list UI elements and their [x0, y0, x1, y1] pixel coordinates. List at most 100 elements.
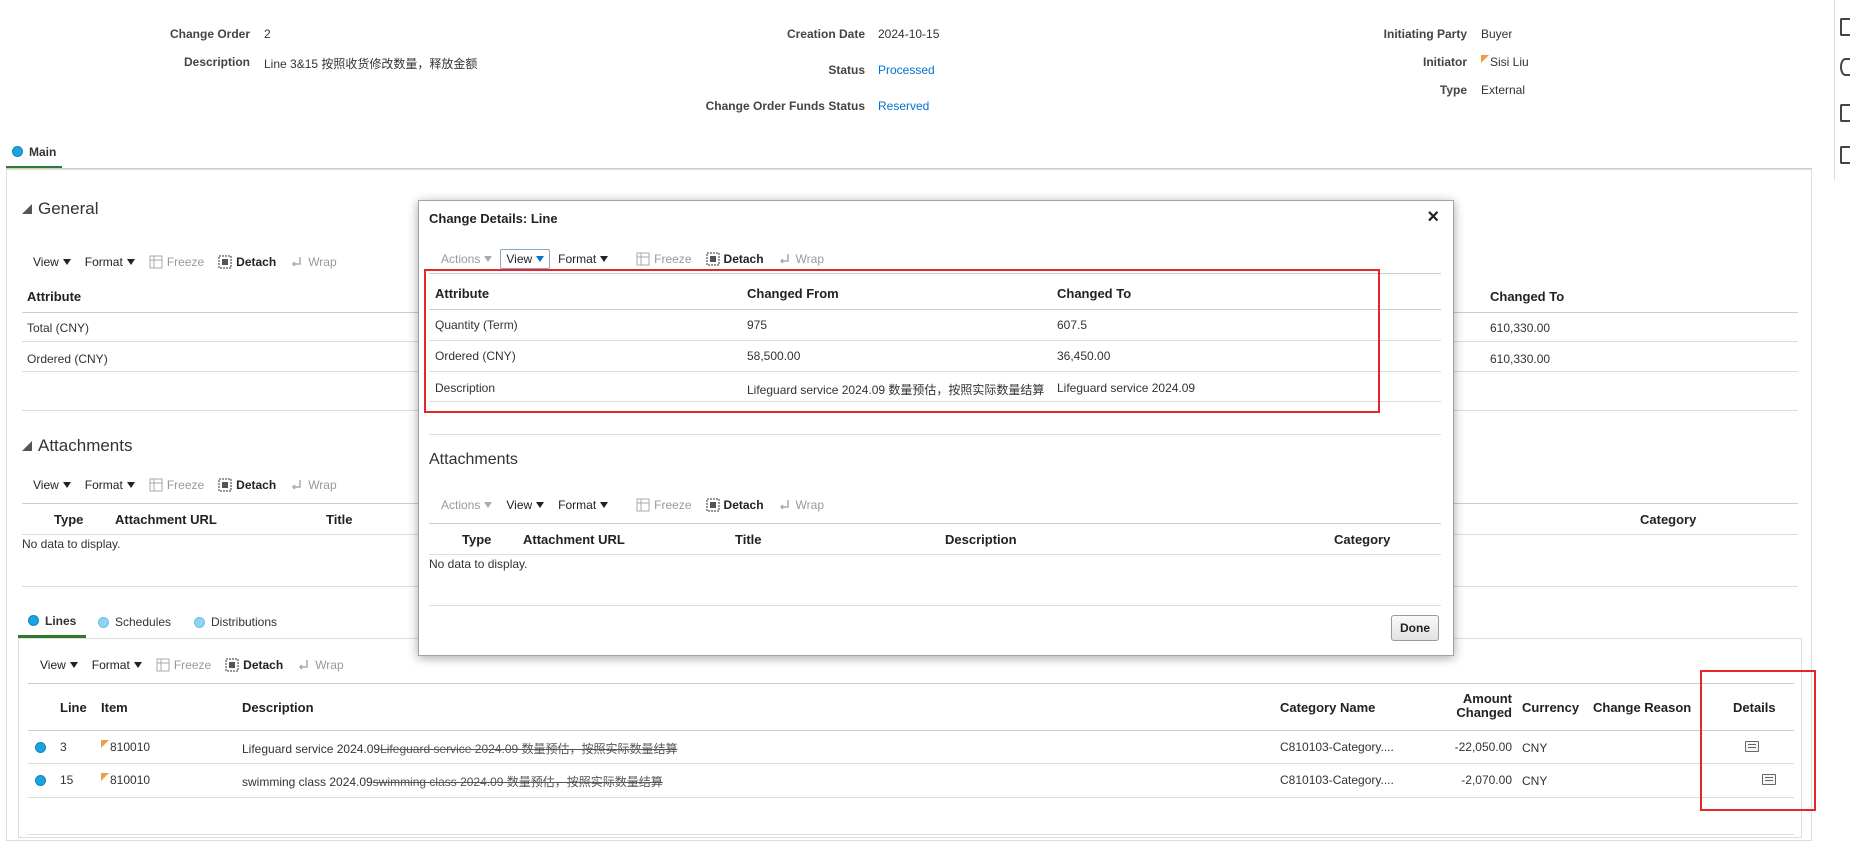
notes-icon[interactable]	[1840, 104, 1850, 122]
freeze-icon	[636, 252, 650, 266]
wrap-icon	[292, 480, 301, 490]
status-dot-icon	[194, 616, 205, 628]
format-menu[interactable]: Format	[558, 252, 609, 266]
attach-col-title: Title	[326, 512, 353, 527]
details-icon[interactable]	[1762, 774, 1777, 785]
format-menu[interactable]: Format	[558, 498, 609, 512]
collapse-triangle-icon[interactable]	[22, 204, 32, 214]
initiator-link[interactable]: Sisi Liu	[1490, 55, 1529, 69]
item-value: 810010	[110, 773, 151, 787]
chevron-down-icon	[126, 259, 135, 265]
tab-lines-label: Lines	[45, 613, 77, 628]
format-menu[interactable]: Format	[92, 658, 142, 672]
freeze-button[interactable]: Freeze	[149, 255, 204, 269]
dialog-attach-col-type: Type	[462, 532, 492, 547]
lines-col-details: Details	[1733, 700, 1776, 715]
detach-button[interactable]: Detach	[706, 252, 764, 266]
lines-col-category-name: Category Name	[1280, 700, 1376, 715]
detach-label: Detach	[243, 658, 284, 672]
wrap-label: Wrap	[795, 498, 824, 512]
description-new: Lifeguard service 2024.09	[242, 742, 381, 756]
format-menu[interactable]: Format	[85, 478, 135, 492]
flag-icon	[1481, 55, 1489, 63]
status-dot-icon	[98, 616, 109, 628]
format-label: Format	[91, 658, 130, 672]
attachments-toolbar: View Format Freeze Detach Wrap	[33, 478, 337, 492]
status-label: Status	[828, 63, 865, 77]
chevron-down-icon	[600, 502, 609, 508]
divider	[429, 340, 1441, 341]
actions-menu[interactable]: Actions	[441, 498, 493, 512]
search-icon[interactable]	[1840, 58, 1850, 76]
panel-icon[interactable]	[1840, 18, 1850, 36]
wrap-icon	[779, 254, 789, 264]
line-description: swimming class 2024.09swimming class 202…	[242, 773, 663, 790]
format-menu[interactable]: Format	[85, 255, 135, 269]
report-icon[interactable]	[1840, 146, 1850, 164]
general-row-attribute: Total (CNY)	[27, 321, 90, 335]
done-button[interactable]: Done	[1391, 615, 1439, 641]
wrap-icon	[299, 660, 308, 670]
chevron-down-icon	[484, 256, 493, 262]
dialog-row-attribute: Ordered (CNY)	[435, 349, 516, 363]
dialog-attach-col-title: Title	[735, 532, 762, 547]
freeze-button[interactable]: Freeze	[636, 252, 692, 266]
dialog-attach-col-description: Description	[945, 532, 1017, 547]
tab-schedules[interactable]: Schedules	[98, 606, 171, 638]
details-icon[interactable]	[1745, 741, 1759, 752]
tab-main[interactable]: Main	[6, 137, 63, 169]
freeze-label: Freeze	[173, 658, 212, 672]
lines-col-description: Description	[242, 700, 314, 715]
actions-label: Actions	[441, 498, 481, 512]
dialog-col-changed-from: Changed From	[747, 286, 839, 301]
freeze-button[interactable]: Freeze	[156, 658, 211, 672]
detach-button[interactable]: Detach	[218, 255, 276, 269]
dialog-col-changed-to: Changed To	[1057, 286, 1132, 301]
format-label: Format	[84, 478, 123, 492]
actions-menu[interactable]: Actions	[441, 252, 493, 266]
freeze-label: Freeze	[166, 255, 205, 269]
wrap-button[interactable]: Wrap	[297, 658, 344, 672]
view-menu[interactable]: View	[40, 658, 78, 672]
initiator-value[interactable]: Sisi Liu	[1481, 55, 1529, 69]
wrap-button[interactable]: Wrap	[778, 252, 824, 266]
wrap-button[interactable]: Wrap	[290, 478, 337, 492]
attachments-section-header[interactable]: Attachments	[22, 436, 133, 456]
creation-date-label: Creation Date	[786, 27, 865, 41]
attachments-title: Attachments	[38, 436, 133, 455]
attach-col-url: Attachment URL	[115, 512, 217, 527]
status-dot-icon	[35, 775, 46, 786]
chevron-down-icon	[126, 482, 135, 488]
status-dot-icon	[12, 146, 23, 157]
collapse-triangle-icon[interactable]	[22, 441, 32, 451]
wrap-button[interactable]: Wrap	[778, 498, 824, 512]
lines-col-change-reason: Change Reason	[1593, 700, 1692, 715]
wrap-button[interactable]: Wrap	[290, 255, 337, 269]
line-number: 15	[60, 773, 74, 787]
dialog-attach-col-url: Attachment URL	[523, 532, 625, 547]
close-icon[interactable]: ×	[1427, 206, 1439, 229]
actions-label: Actions	[441, 252, 481, 266]
status-value: Processed	[878, 63, 935, 77]
freeze-button[interactable]: Freeze	[149, 478, 204, 492]
description-old: swimming class 2024.09 数量预估，按照实际数量结算	[372, 775, 663, 789]
tab-lines[interactable]: Lines	[18, 606, 87, 638]
view-menu[interactable]: View	[33, 478, 71, 492]
view-menu[interactable]: View	[500, 249, 551, 269]
funds-status-label: Change Order Funds Status	[705, 99, 865, 113]
view-menu[interactable]: View	[33, 255, 71, 269]
dialog-toolbar: Actions View Format Freeze Detach Wrap	[441, 249, 824, 269]
detach-button[interactable]: Detach	[225, 658, 283, 672]
general-section-header[interactable]: General	[22, 199, 98, 219]
detach-button[interactable]: Detach	[218, 478, 276, 492]
divider	[429, 523, 1441, 524]
general-title: General	[38, 199, 99, 218]
detach-button[interactable]: Detach	[706, 498, 764, 512]
freeze-button[interactable]: Freeze	[636, 498, 692, 512]
amount-changed: -2,070.00	[1461, 773, 1512, 787]
view-menu[interactable]: View	[506, 498, 545, 512]
wrap-label: Wrap	[308, 478, 337, 492]
wrap-icon	[779, 500, 789, 510]
dialog-row-changed-to: Lifeguard service 2024.09	[1057, 381, 1196, 395]
tab-distributions[interactable]: Distributions	[194, 606, 277, 638]
